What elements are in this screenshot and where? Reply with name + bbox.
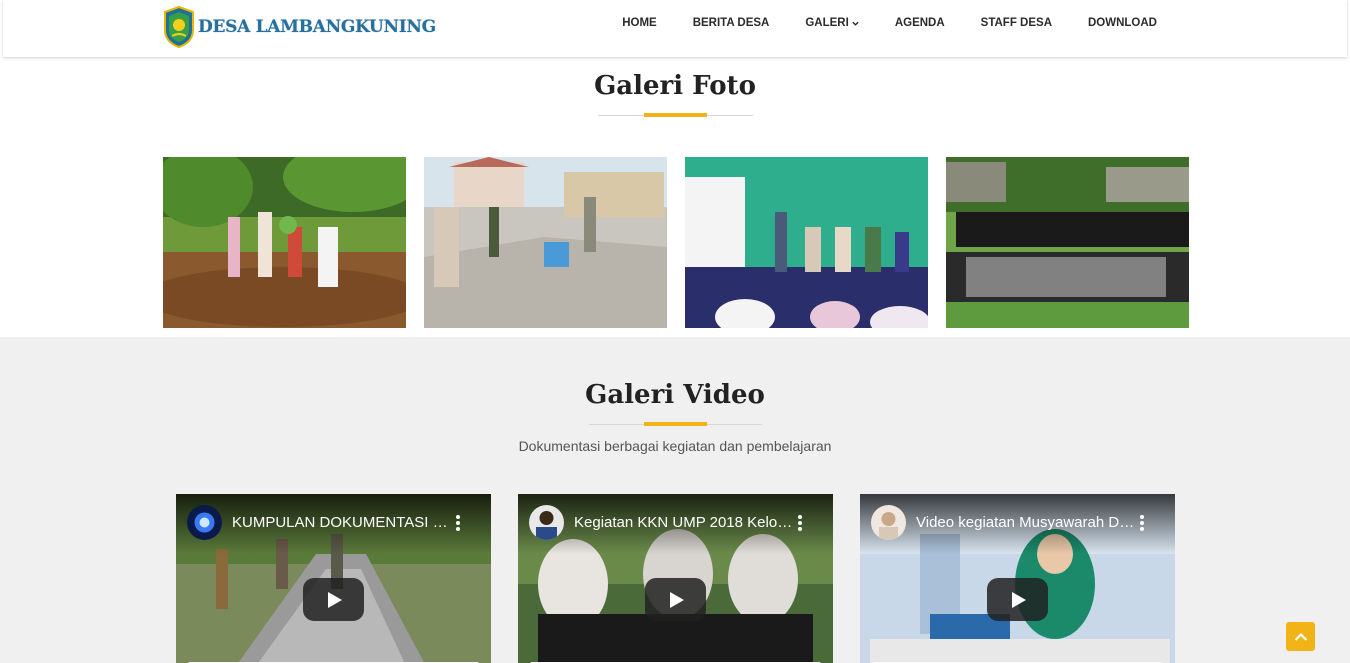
video-embed-1[interactable]: KUMPULAN DOKUMENTASI KEGIATAN DESA bbox=[176, 494, 491, 663]
video-2-title[interactable]: Kegiatan KKN UMP 2018 Kelompok bbox=[574, 514, 794, 531]
nav-galeri-label: GALERI bbox=[805, 17, 849, 29]
nav-galeri[interactable]: GALERI bbox=[805, 17, 859, 29]
kebab-icon[interactable] bbox=[795, 514, 805, 532]
channel-avatar-3-image bbox=[871, 505, 906, 540]
channel-avatar-2-image bbox=[529, 505, 564, 540]
nav-home[interactable]: HOME bbox=[622, 17, 657, 29]
nav-staff-desa-label: STAFF DESA bbox=[980, 17, 1052, 29]
channel-avatar-1-image bbox=[187, 505, 222, 540]
gallery-photo-2[interactable] bbox=[424, 157, 667, 328]
nav-download[interactable]: DOWNLOAD bbox=[1088, 17, 1157, 29]
kebab-icon[interactable] bbox=[1137, 514, 1147, 532]
gallery-photo-1[interactable] bbox=[163, 157, 406, 328]
play-icon[interactable] bbox=[303, 578, 364, 621]
video-embed-2[interactable]: Kegiatan KKN UMP 2018 Kelompok bbox=[518, 494, 833, 663]
channel-avatar-2[interactable] bbox=[529, 505, 564, 540]
nav-agenda[interactable]: AGENDA bbox=[895, 17, 945, 29]
channel-avatar-3[interactable] bbox=[871, 505, 906, 540]
channel-avatar-1[interactable] bbox=[187, 505, 222, 540]
video-title-accent bbox=[644, 422, 707, 426]
road-construction-photo-image bbox=[424, 157, 667, 328]
video-3-title[interactable]: Video kegiatan Musyawarah Desa bbox=[916, 514, 1136, 531]
play-icon[interactable] bbox=[987, 578, 1048, 621]
chevron-down-icon bbox=[852, 21, 859, 26]
meeting-photo-image bbox=[685, 157, 928, 328]
photo-gallery-title: Galeri Foto bbox=[594, 71, 756, 101]
village-emblem-icon bbox=[164, 6, 194, 48]
logo-text: DESA LAMBANGKUNING bbox=[198, 17, 436, 37]
nav-staff-desa[interactable]: STAFF DESA bbox=[981, 17, 1052, 29]
outdoor-activity-photo-image bbox=[946, 157, 1189, 328]
gallery-photo-4[interactable] bbox=[946, 157, 1189, 328]
nav-download-label: DOWNLOAD bbox=[1088, 17, 1157, 29]
nav-agenda-label: AGENDA bbox=[894, 17, 945, 29]
kebab-icon[interactable] bbox=[453, 514, 463, 532]
video-embed-3[interactable]: Video kegiatan Musyawarah Desa bbox=[860, 494, 1175, 663]
site-logo[interactable]: DESA LAMBANGKUNING bbox=[163, 6, 436, 48]
farming-photo-image bbox=[163, 157, 406, 328]
video-gallery-section: Galeri Video Dokumentasi berbagai kegiat… bbox=[0, 337, 1350, 663]
nav-home-label: HOME bbox=[622, 17, 657, 29]
gallery-photo-3[interactable] bbox=[685, 157, 928, 328]
main-nav: HOME BERITA DESA GALERI AGENDA STAFF DES… bbox=[586, 17, 1157, 29]
video-gallery-subtitle: Dokumentasi berbagai kegiatan dan pembel… bbox=[518, 438, 832, 454]
photo-title-accent bbox=[644, 113, 707, 117]
video-gallery-title: Galeri Video bbox=[585, 380, 765, 410]
play-icon[interactable] bbox=[645, 578, 706, 621]
scroll-to-top-button[interactable] bbox=[1286, 622, 1315, 651]
chevron-up-icon bbox=[1294, 632, 1307, 641]
nav-berita-desa-label: BERITA DESA bbox=[692, 17, 770, 29]
nav-berita-desa[interactable]: BERITA DESA bbox=[693, 17, 770, 29]
video-1-title[interactable]: KUMPULAN DOKUMENTASI KEGIATAN DESA bbox=[232, 514, 452, 531]
site-header: DESA LAMBANGKUNING HOME BERITA DESA GALE… bbox=[3, 0, 1347, 57]
